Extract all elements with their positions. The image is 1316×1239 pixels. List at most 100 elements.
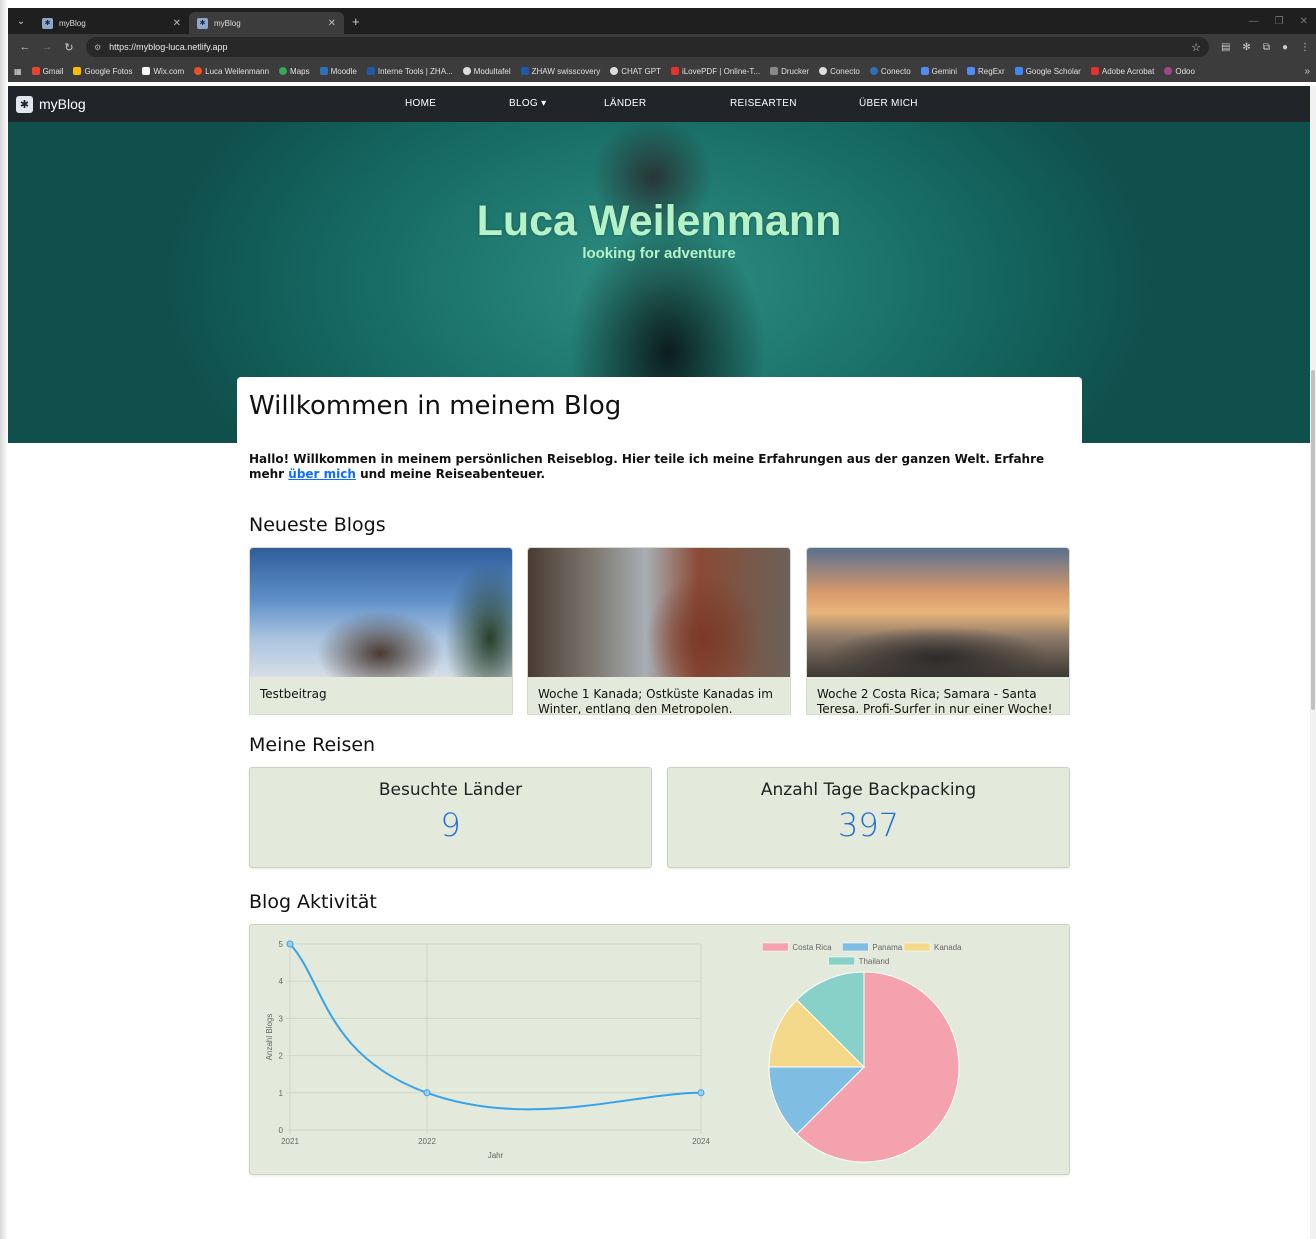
bookmark-item[interactable]: iLovePDF | Online-T... [670, 67, 760, 76]
bookmark-item[interactable]: Conecto [819, 67, 860, 76]
close-tab-icon[interactable]: ✕ [173, 18, 181, 29]
blog-card[interactable]: Testbeitrag [249, 547, 513, 715]
bookmark-item[interactable]: Gmail [31, 67, 63, 76]
legend-label: Panama [872, 943, 902, 952]
nav-reisearten[interactable]: REISEARTEN [730, 98, 797, 109]
forward-icon[interactable]: → [36, 41, 58, 53]
tab-search-icon[interactable]: ⌄ [8, 8, 34, 34]
bookmark-item[interactable]: Luca Weilenmann [194, 67, 269, 76]
series-line [289, 943, 702, 1111]
tab-1[interactable]: ✱ myBlog ✕ [34, 12, 189, 34]
y-tick-label: 3 [279, 1014, 284, 1023]
bookmark-star-icon[interactable]: ☆ [1191, 41, 1201, 54]
y-tick-label: 4 [279, 977, 284, 986]
activity-chart-card: 0 1 2 3 4 5 2021 2022 2024 Jahr Anzahl Blogs Costa … [249, 924, 1070, 1175]
menu-icon[interactable]: ⋮ [1300, 42, 1310, 53]
extension-icon[interactable]: ✻ [1242, 42, 1250, 53]
tab-bar: ⌄ ✱ myBlog ✕ ✱ myBlog ✕ + — ❐ ✕ [8, 8, 1316, 34]
site-favicon-icon: ✱ [197, 17, 208, 29]
bookmark-item[interactable]: Moodle [319, 67, 357, 76]
trips-heading: Meine Reisen [249, 734, 376, 756]
y-tick-label: 5 [279, 940, 284, 949]
bookmark-item[interactable]: Google Fotos [73, 67, 132, 76]
bookmark-item[interactable]: Odoo [1164, 67, 1195, 76]
data-point [286, 940, 294, 948]
nav-home[interactable]: HOME [405, 98, 436, 109]
legend-label: Costa Rica [792, 943, 832, 952]
bookmark-item[interactable]: ZHAW swisscovery [520, 67, 600, 76]
scrollbar-thumb[interactable] [1311, 370, 1315, 710]
data-point [423, 1089, 431, 1097]
x-tick-label: 2024 [692, 1137, 710, 1146]
legend-label: Thailand [859, 957, 890, 966]
bookmark-item[interactable]: CHAT GPT [610, 67, 661, 76]
about-me-link[interactable]: über mich [288, 467, 356, 481]
blog-photo [528, 548, 790, 677]
tab-title: myBlog [214, 18, 241, 28]
page-title: Willkommen in meinem Blog [249, 391, 622, 421]
y-tick-label: 1 [279, 1089, 284, 1098]
blog-title: Testbeitrag [260, 687, 327, 701]
tab-2[interactable]: ✱ myBlog ✕ [189, 12, 344, 34]
bookmark-item[interactable]: Drucker [770, 67, 809, 76]
site-navbar: HOME BLOG ▾ LÄNDER REISEARTEN ÜBER MICH … [8, 86, 1310, 122]
bookmark-item[interactable]: Maps [279, 67, 310, 76]
stat-value: 397 [837, 806, 900, 844]
legend-swatch [762, 942, 789, 952]
bookmark-item[interactable]: Modultafel [462, 67, 511, 76]
apps-icon[interactable]: ▦ [14, 67, 22, 76]
bookmark-item[interactable]: Wix.com [142, 67, 184, 76]
bookmark-item[interactable]: Adobe Acrobat [1090, 67, 1154, 76]
legend-swatch [828, 956, 855, 966]
latest-blogs-heading: Neueste Blogs [249, 514, 386, 536]
activity-charts: 0 1 2 3 4 5 2021 2022 2024 Jahr Anzahl Blogs Costa … [265, 940, 962, 1163]
y-tick-label: 0 [279, 1126, 284, 1135]
address-bar: ← → ↻ ⚙ https://myblog-luca.netlify.app … [8, 34, 1316, 60]
legend-swatch [842, 942, 869, 952]
extension-icon[interactable]: ▤ [1221, 42, 1230, 53]
url-field[interactable]: ⚙ https://myblog-luca.netlify.app ☆ [86, 37, 1209, 57]
profile-icon[interactable]: ● [1282, 42, 1288, 53]
y-tick-label: 2 [279, 1052, 284, 1061]
bookmark-item[interactable]: Gemini [920, 67, 957, 76]
back-icon[interactable]: ← [14, 41, 36, 53]
blog-title: Woche 1 Kanada; Ostküste Kanadas im Wint… [538, 687, 773, 715]
stat-label: Besuchte Länder [378, 780, 523, 800]
bookmarks-bar: ▦ Gmail Google Fotos Wix.com Luca Weilen… [8, 60, 1316, 82]
new-tab-icon[interactable]: + [352, 14, 360, 29]
stat-value: 9 [440, 806, 461, 844]
reload-icon[interactable]: ↻ [58, 41, 80, 54]
caret-down-icon: ▾ [541, 98, 547, 109]
hero-title: Luca Weilenmann [476, 197, 842, 245]
intro-text: Hallo! Willkommen in meinem persönlichen… [249, 452, 1045, 481]
nav-laender[interactable]: LÄNDER [604, 98, 646, 109]
stat-label: Anzahl Tage Backpacking [760, 780, 977, 800]
welcome-card: Willkommen in meinem Blog [237, 377, 1082, 443]
nav-ueber-mich[interactable]: ÜBER MICH [859, 98, 918, 109]
legend-swatch [903, 942, 931, 952]
extensions-puzzle-icon[interactable]: ⧉ [1263, 42, 1270, 53]
stat-card-days: Anzahl Tage Backpacking 397 [667, 767, 1070, 868]
bookmark-item[interactable]: RegExr [967, 67, 1005, 76]
more-bookmarks-icon[interactable]: » [1304, 66, 1310, 77]
blog-title: Woche 2 Costa Rica; Samara - Santa Teres… [817, 687, 1053, 715]
blog-card[interactable]: Woche 2 Costa Rica; Samara - Santa Teres… [806, 547, 1070, 715]
close-tab-icon[interactable]: ✕ [328, 18, 336, 29]
nav-blog-dropdown[interactable]: BLOG ▾ [509, 98, 546, 109]
bookmark-item[interactable]: Interne Tools | ZHA... [366, 67, 453, 76]
activity-heading: Blog Aktivität [249, 891, 377, 913]
bookmark-item[interactable]: Google Scholar [1014, 67, 1081, 76]
x-axis-label: Jahr [488, 1151, 504, 1160]
tab-title: myBlog [59, 18, 86, 28]
bookmark-item[interactable]: Conecto [869, 67, 911, 76]
minimize-icon[interactable]: — [1249, 16, 1259, 27]
close-window-icon[interactable]: ✕ [1300, 16, 1308, 27]
site-info-icon[interactable]: ⚙ [94, 43, 101, 52]
blog-card[interactable]: Woche 1 Kanada; Ostküste Kanadas im Wint… [527, 547, 791, 715]
blog-photo [807, 548, 1069, 677]
x-tick-label: 2021 [281, 1137, 299, 1146]
hero-subtitle: looking for adventure [582, 245, 736, 262]
restore-icon[interactable]: ❐ [1275, 16, 1284, 27]
url-text: https://myblog-luca.netlify.app [109, 42, 228, 52]
window-edge [0, 0, 8, 1239]
